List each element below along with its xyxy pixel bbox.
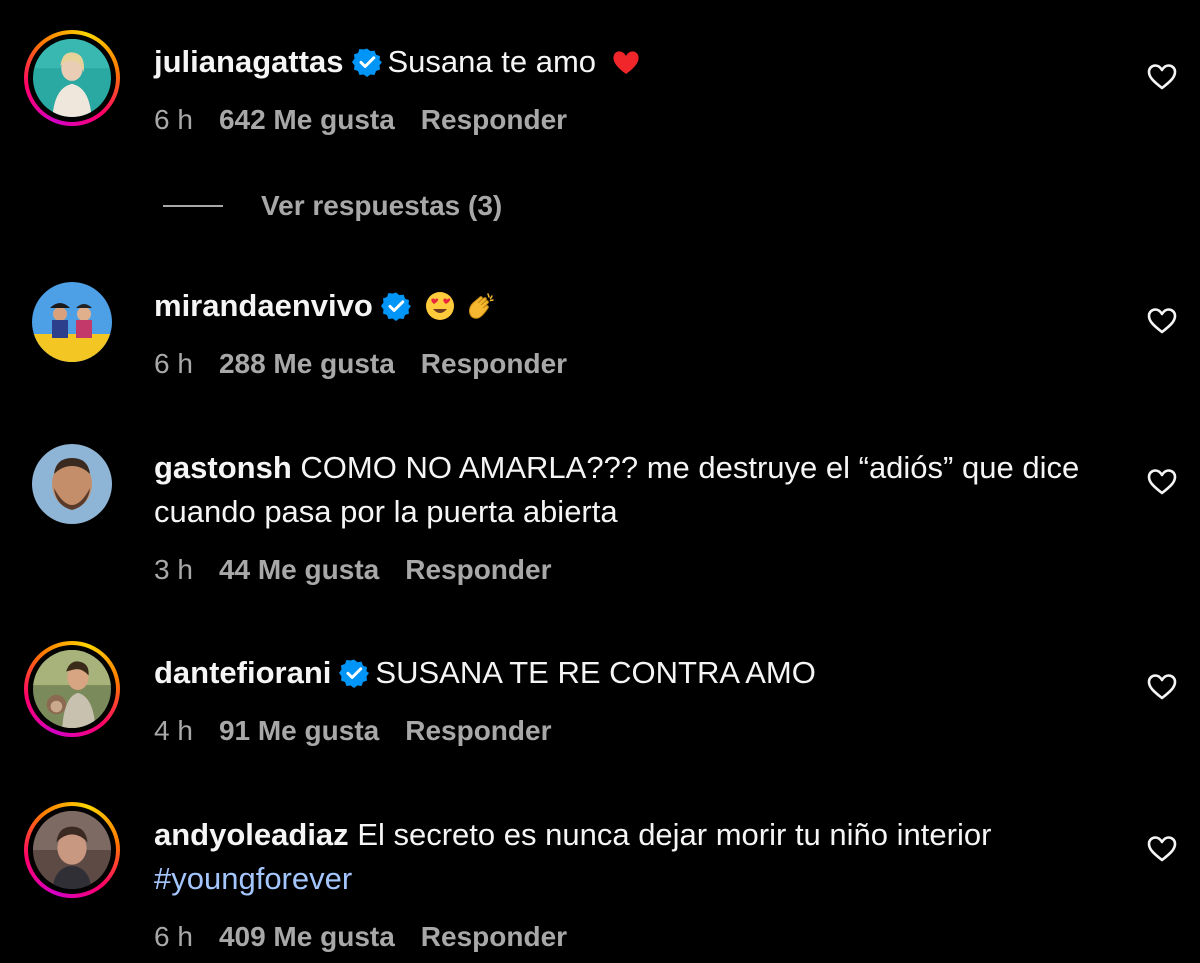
- username[interactable]: mirandaenvivo: [154, 288, 373, 323]
- avatar[interactable]: [32, 444, 112, 524]
- reply-button[interactable]: Responder: [405, 715, 551, 746]
- timestamp[interactable]: 6 h: [154, 104, 193, 135]
- avatar[interactable]: [24, 30, 120, 126]
- username[interactable]: dantefiorani: [154, 655, 331, 690]
- red-heart-emoji-icon: [613, 51, 639, 74]
- comment-body: Susana te amo: [387, 44, 597, 79]
- verified-badge-icon: [380, 292, 411, 321]
- verified-badge-icon: [339, 659, 370, 688]
- likes-count[interactable]: 44 Me gusta: [219, 554, 379, 585]
- timestamp[interactable]: 3 h: [154, 554, 193, 585]
- comment-meta: 4 h 91 Me gusta Responder: [154, 715, 577, 747]
- comment-text: gastonsh COMO NO AMARLA??? me destruye e…: [154, 446, 1124, 534]
- comment-text: mirandaenvivo: [154, 284, 1124, 328]
- timestamp[interactable]: 6 h: [154, 348, 193, 379]
- comment-meta: 6 h 288 Me gusta Responder: [154, 348, 593, 380]
- avatar-photo-man-beard: [32, 444, 112, 524]
- heart-outline-icon[interactable]: [1147, 673, 1177, 701]
- avatar-photo-band: [32, 282, 112, 362]
- likes-count[interactable]: 409 Me gusta: [219, 921, 395, 952]
- avatar-photo-man: [33, 811, 111, 889]
- avatar[interactable]: [32, 282, 112, 362]
- view-replies-label: Ver respuestas (3): [261, 190, 503, 221]
- avatar[interactable]: [24, 802, 120, 898]
- comment-text: andyoleadiaz El secreto es nunca dejar m…: [154, 813, 1124, 901]
- heart-outline-icon[interactable]: [1147, 835, 1177, 863]
- comment-text: julianagattas Susana te amo: [154, 40, 1124, 84]
- likes-count[interactable]: 91 Me gusta: [219, 715, 379, 746]
- reply-button[interactable]: Responder: [421, 348, 567, 379]
- comment-meta: 6 h 642 Me gusta Responder: [154, 104, 593, 136]
- view-replies-button[interactable]: Ver respuestas (3): [163, 190, 502, 222]
- comment-meta: 6 h 409 Me gusta Responder: [154, 921, 593, 953]
- comment-body: COMO NO AMARLA??? me destruye el “adiós”…: [154, 450, 1080, 529]
- comment-text: dantefiorani SUSANA TE RE CONTRA AMO: [154, 651, 1124, 695]
- likes-count[interactable]: 288 Me gusta: [219, 348, 395, 379]
- divider: [163, 205, 223, 207]
- avatar[interactable]: [24, 641, 120, 737]
- timestamp[interactable]: 4 h: [154, 715, 193, 746]
- verified-badge-icon: [351, 48, 382, 77]
- comment-body: SUSANA TE RE CONTRA AMO: [375, 655, 816, 690]
- heart-outline-icon[interactable]: [1147, 63, 1177, 91]
- avatar-photo-woman: [33, 39, 111, 117]
- timestamp[interactable]: 6 h: [154, 921, 193, 952]
- comment-meta: 3 h 44 Me gusta Responder: [154, 554, 577, 586]
- comment-body: El secreto es nunca dejar morir tu niño …: [357, 817, 992, 852]
- username[interactable]: andyoleadiaz: [154, 817, 349, 852]
- avatar-photo-man-monkey: [33, 650, 111, 728]
- heart-outline-icon[interactable]: [1147, 468, 1177, 496]
- heart-eyes-emoji-icon: [426, 292, 455, 320]
- reply-button[interactable]: Responder: [421, 104, 567, 135]
- reply-button[interactable]: Responder: [405, 554, 551, 585]
- hashtag-link[interactable]: #youngforever: [154, 861, 352, 896]
- username[interactable]: julianagattas: [154, 44, 344, 79]
- heart-outline-icon[interactable]: [1147, 307, 1177, 335]
- likes-count[interactable]: 642 Me gusta: [219, 104, 395, 135]
- reply-button[interactable]: Responder: [421, 921, 567, 952]
- username[interactable]: gastonsh: [154, 450, 292, 485]
- clapping-hands-emoji-icon: [469, 293, 494, 319]
